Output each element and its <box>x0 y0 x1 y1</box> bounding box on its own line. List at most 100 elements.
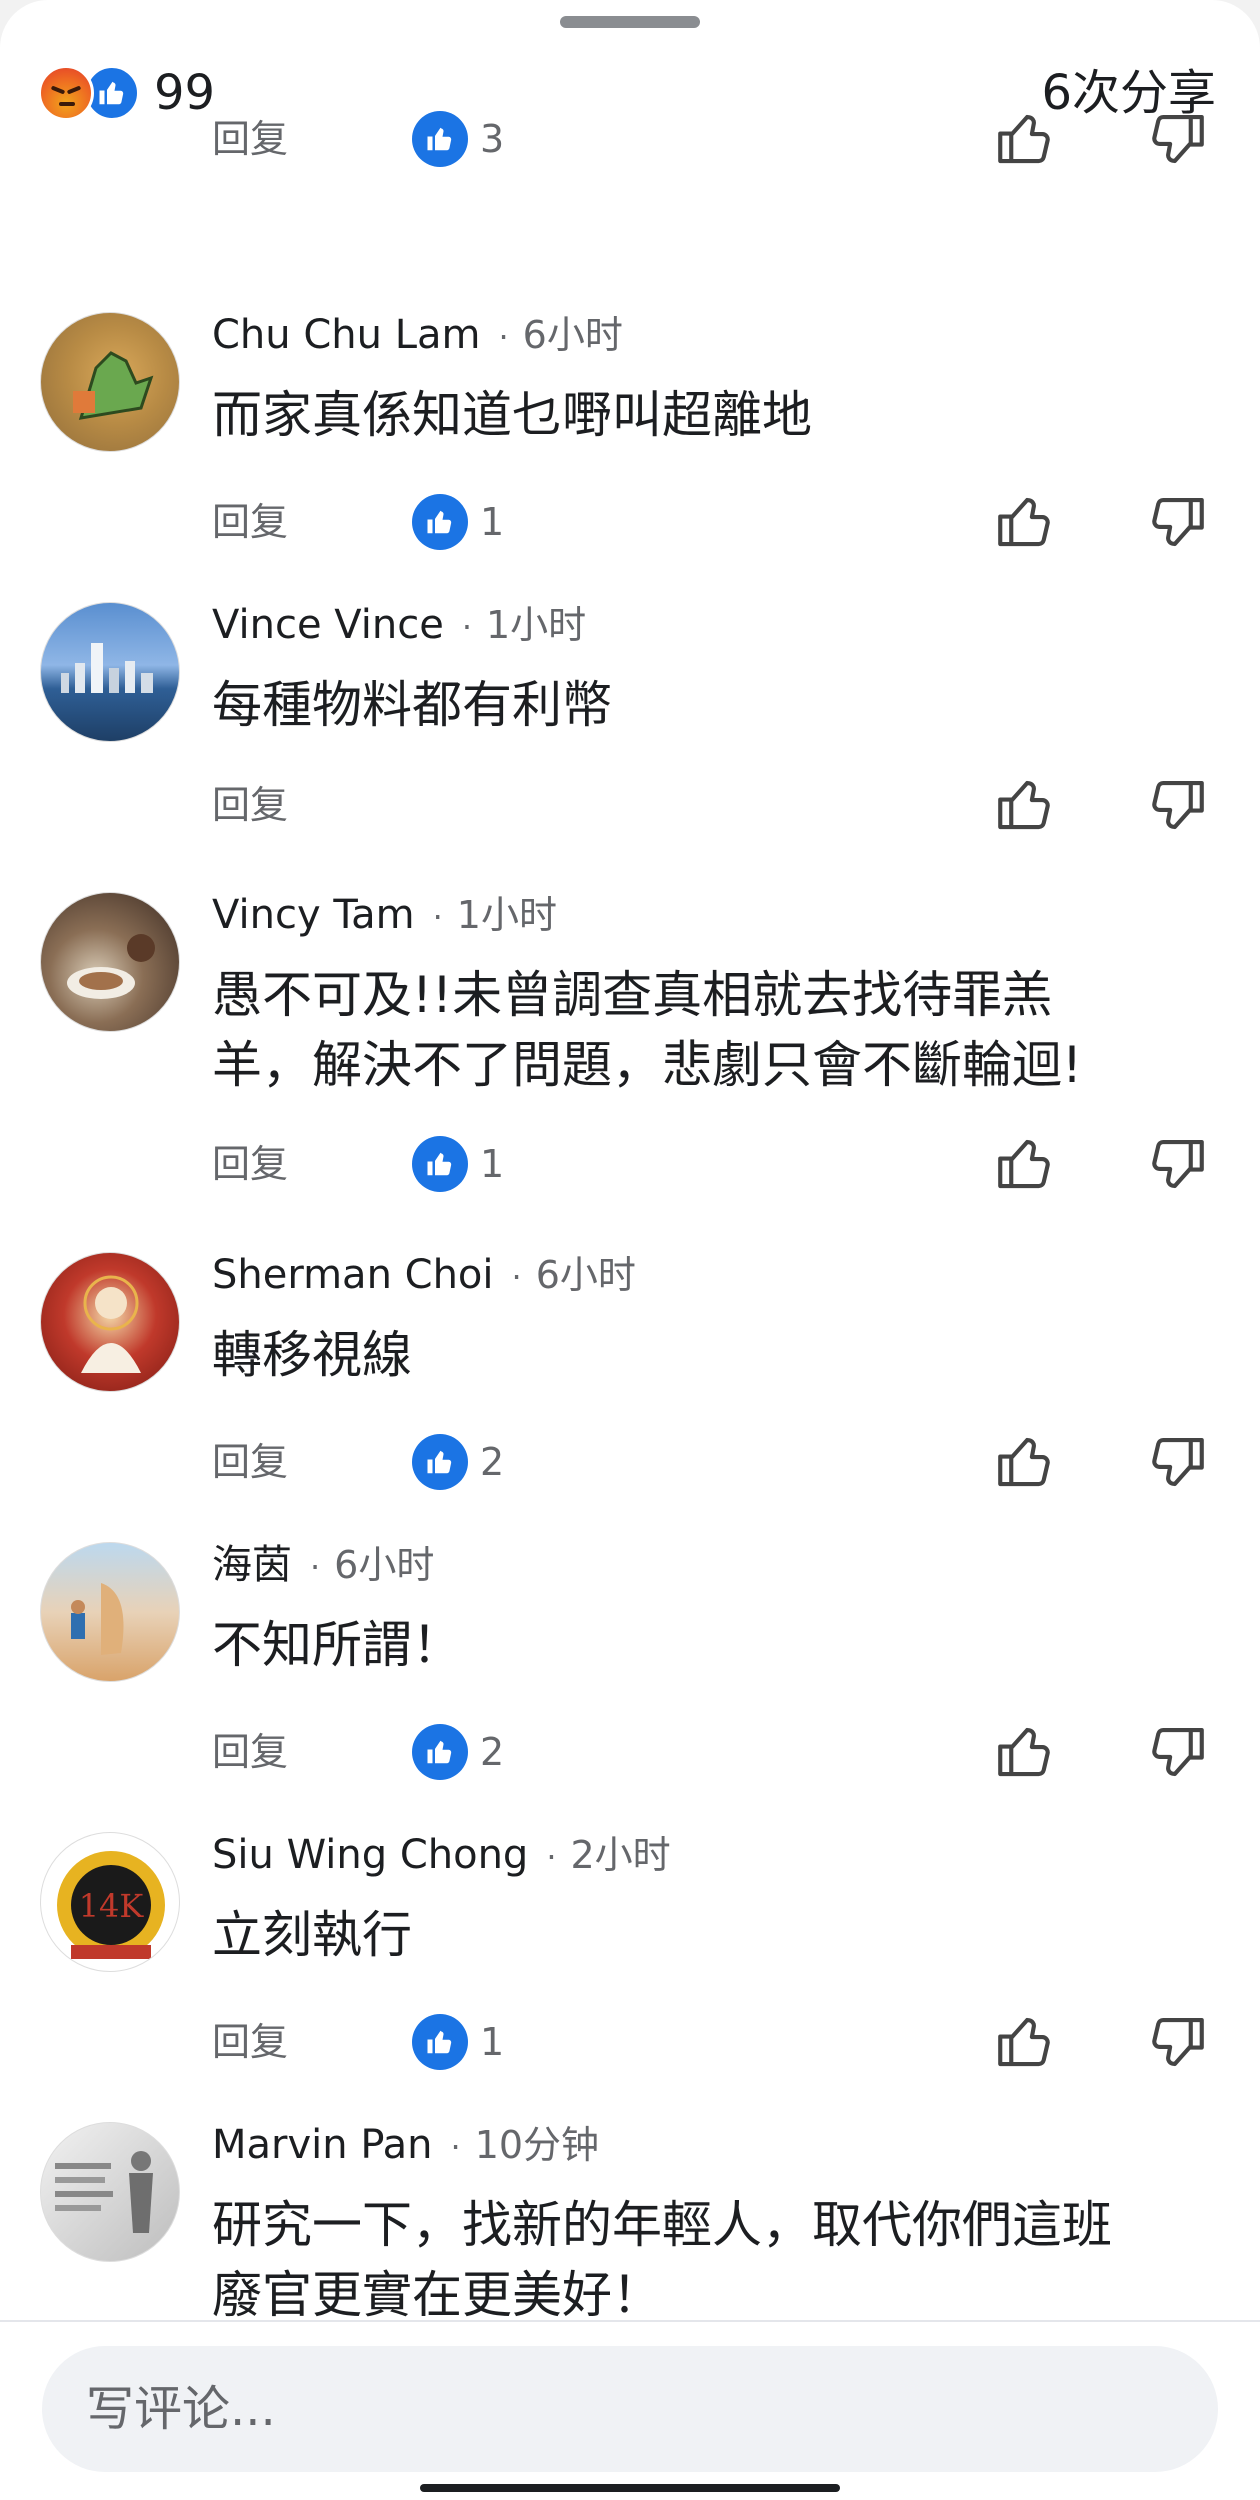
sheet-drag-handle[interactable] <box>560 16 700 28</box>
comment-like-count[interactable]: 1 <box>412 2014 504 2070</box>
reply-button[interactable]: 回复 <box>212 1717 288 1787</box>
comment-line: 不知所謂！ <box>212 1616 462 1674</box>
comment-text: 研究一下，找新的年輕人，取代你們這班 廢官更實在更美好！ <box>212 2190 1212 2330</box>
comment-header: Siu Wing Chong · 2小时 <box>212 1830 671 1880</box>
like-badge-icon <box>412 1724 468 1780</box>
reply-button[interactable]: 回复 <box>212 2007 288 2077</box>
like-count-text: 1 <box>480 500 505 544</box>
like-count-text: 2 <box>480 1730 505 1774</box>
comment-time: 2小时 <box>570 1833 671 1877</box>
thumbs-up-icon[interactable] <box>992 489 1058 555</box>
thumbs-down-icon[interactable] <box>1144 1719 1210 1785</box>
comment-text: 而家真係知道乜嘢叫超離地 <box>212 380 1212 450</box>
thumbs-down-icon[interactable] <box>1144 1429 1210 1495</box>
separator-dot: · <box>546 1838 557 1876</box>
comment-time: 1小时 <box>456 893 557 937</box>
comment-like-count[interactable]: 2 <box>412 1724 504 1780</box>
comment-text: 每種物料都有利幣 <box>212 670 1212 740</box>
commenter-name[interactable]: Siu Wing Chong <box>212 1832 528 1878</box>
commenter-name[interactable]: Marvin Pan <box>212 2122 433 2168</box>
avatar[interactable] <box>40 1252 180 1392</box>
write-comment-input[interactable]: 写评论... <box>42 2346 1218 2472</box>
comment-line: 立刻執行 <box>212 1906 412 1964</box>
avatar[interactable] <box>40 2122 180 2262</box>
like-badge-icon <box>412 1136 468 1192</box>
reply-button[interactable]: 回复 <box>212 487 288 557</box>
comment-like-count[interactable]: 1 <box>412 1136 504 1192</box>
comment-header: Vincy Tam · 1小时 <box>212 890 557 940</box>
comment-time: 10分钟 <box>474 2123 600 2167</box>
commenter-name[interactable]: Chu Chu Lam <box>212 312 480 358</box>
reply-button[interactable]: 回复 <box>212 1129 288 1199</box>
avatar[interactable]: 14K <box>40 1832 180 1972</box>
comment-actions-row: 回复 1 <box>0 2007 1260 2077</box>
comment-line: 研究一下，找新的年輕人，取代你們這班 <box>212 2196 1112 2254</box>
comment-actions-row: 回复 2 <box>0 1427 1260 1497</box>
comment-line: 愚不可及!!未曾調查真相就去找待罪羔 <box>212 966 1053 1024</box>
comment-composer-bar: 写评论... <box>0 2320 1260 2500</box>
thumbs-up-icon[interactable] <box>992 1719 1058 1785</box>
reply-button[interactable]: 回复 <box>212 770 288 840</box>
thumbs-up-icon[interactable] <box>992 106 1058 172</box>
comment-text: 不知所謂！ <box>212 1610 1212 1680</box>
home-indicator <box>420 2484 840 2492</box>
like-badge-icon <box>412 1434 468 1490</box>
comment-header: Marvin Pan · 10分钟 <box>212 2120 599 2170</box>
comment-text: 立刻執行 <box>212 1900 1212 1970</box>
avatar[interactable] <box>40 602 180 742</box>
separator-dot: · <box>432 898 443 936</box>
composer-placeholder: 写评论... <box>86 2381 276 2437</box>
comment-actions-row: 回复 1 <box>0 487 1260 557</box>
comment-line: 羊，解決不了問題，悲劇只會不斷輪迴! <box>212 1036 1083 1094</box>
comment-time: 6小时 <box>522 313 623 357</box>
comment-actions-row: 回复 <box>0 770 1260 840</box>
comment-header: Chu Chu Lam · 6小时 <box>212 310 623 360</box>
svg-text:14K: 14K <box>79 1887 145 1925</box>
thumbs-down-icon[interactable] <box>1144 106 1210 172</box>
like-count-text: 1 <box>480 1142 505 1186</box>
commenter-name[interactable]: Sherman Choi <box>212 1252 494 1298</box>
comment-line: 每種物料都有利幣 <box>212 676 612 734</box>
commenter-name[interactable]: Vincy Tam <box>212 892 415 938</box>
comment-time: 6小时 <box>334 1543 435 1587</box>
comment-time: 1小时 <box>486 603 587 647</box>
like-count-text: 3 <box>480 117 505 161</box>
comment-actions-row: 回复 3 <box>0 104 1260 174</box>
comment-line: 轉移視線 <box>212 1326 412 1384</box>
thumbs-down-icon[interactable] <box>1144 2009 1210 2075</box>
thumbs-up-icon[interactable] <box>992 772 1058 838</box>
like-badge-icon <box>412 2014 468 2070</box>
separator-dot: · <box>450 2128 461 2166</box>
separator-dot: · <box>310 1548 321 1586</box>
separator-dot: · <box>511 1258 522 1296</box>
comment-time: 6小时 <box>535 1253 636 1297</box>
thumbs-up-icon[interactable] <box>992 1429 1058 1495</box>
comment-like-count[interactable]: 3 <box>412 111 504 167</box>
like-badge-icon <box>412 111 468 167</box>
comment-like-count[interactable]: 2 <box>412 1434 504 1490</box>
thumbs-up-icon[interactable] <box>992 2009 1058 2075</box>
avatar[interactable] <box>40 892 180 1032</box>
reply-button[interactable]: 回复 <box>212 104 288 174</box>
comment-like-count[interactable]: 1 <box>412 494 504 550</box>
like-count-text: 1 <box>480 2020 505 2064</box>
thumbs-down-icon[interactable] <box>1144 1131 1210 1197</box>
comment-text: 轉移視線 <box>212 1320 1212 1390</box>
comment-header: 海茵 · 6小时 <box>212 1540 434 1590</box>
reply-button[interactable]: 回复 <box>212 1427 288 1497</box>
commenter-name[interactable]: Vince Vince <box>212 602 444 648</box>
like-count-text: 2 <box>480 1440 505 1484</box>
like-badge-icon <box>412 494 468 550</box>
comment-text: 愚不可及!!未曾調查真相就去找待罪羔 羊，解決不了問題，悲劇只會不斷輪迴! <box>212 960 1212 1100</box>
comment-header: Vince Vince · 1小时 <box>212 600 586 650</box>
commenter-name[interactable]: 海茵 <box>212 1542 292 1588</box>
thumbs-down-icon[interactable] <box>1144 489 1210 555</box>
thumbs-down-icon[interactable] <box>1144 772 1210 838</box>
avatar[interactable] <box>40 1542 180 1682</box>
separator-dot: · <box>461 608 472 646</box>
avatar[interactable] <box>40 312 180 452</box>
comment-actions-row: 回复 2 <box>0 1717 1260 1787</box>
angry-reaction-icon <box>38 65 94 121</box>
thumbs-up-icon[interactable] <box>992 1131 1058 1197</box>
comments-sheet: 99 6次分享 回复 3 Chu Chu Lam · 6小时 而家真係知道乜嘢叫超離… <box>0 0 1260 2500</box>
